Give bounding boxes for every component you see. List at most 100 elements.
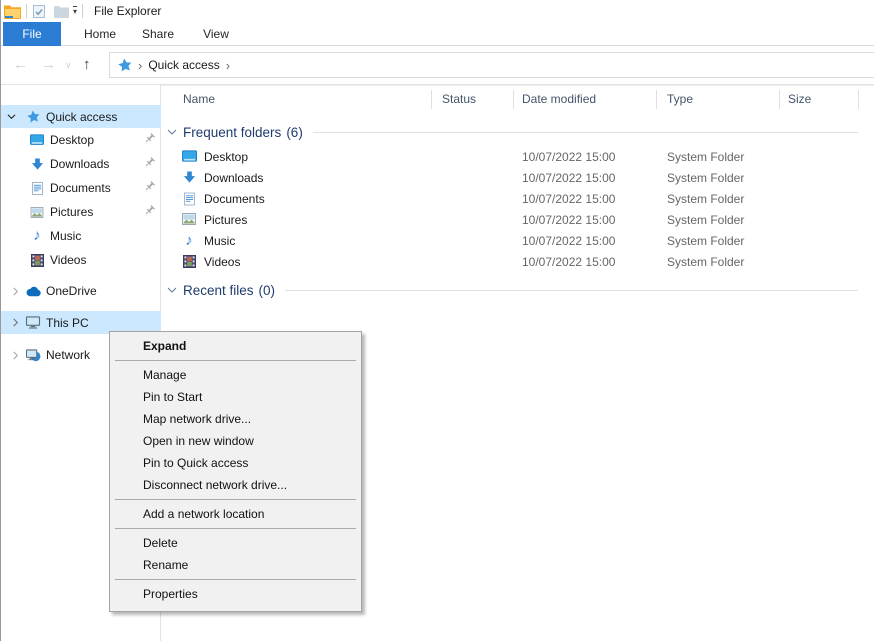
- tab-file[interactable]: File: [3, 22, 61, 46]
- onedrive-cloud-icon: [24, 286, 42, 297]
- context-menu-separator: [115, 579, 356, 580]
- chevron-down-icon: [167, 285, 177, 295]
- context-menu-item-rename[interactable]: Rename: [110, 554, 361, 576]
- context-menu-separator: [115, 360, 356, 361]
- sidebar-item-label: Quick access: [46, 110, 117, 124]
- sidebar-item-desktop[interactable]: Desktop: [1, 128, 161, 152]
- up-arrow-icon[interactable]: ↑: [83, 52, 91, 78]
- forward-arrow-icon[interactable]: →: [41, 52, 56, 78]
- file-type: System Folder: [667, 210, 744, 231]
- breadcrumb-quick-access[interactable]: Quick access: [148, 58, 219, 72]
- file-type: System Folder: [667, 189, 744, 210]
- context-menu-item-expand[interactable]: Expand: [110, 335, 361, 357]
- file-type: System Folder: [667, 252, 744, 273]
- context-menu-separator: [115, 499, 356, 500]
- context-menu: Expand Manage Pin to Start Map network d…: [109, 331, 362, 612]
- column-separator[interactable]: [656, 90, 657, 109]
- file-name: Pictures: [204, 210, 247, 231]
- computer-icon: [24, 316, 42, 329]
- column-separator[interactable]: [431, 90, 432, 109]
- file-explorer-window: ▾ File Explorer File Home Share View ← →…: [0, 0, 874, 641]
- group-count: (6): [286, 125, 303, 140]
- sidebar-item-label: Documents: [50, 181, 111, 195]
- column-separator[interactable]: [513, 90, 514, 109]
- sidebar-item-downloads[interactable]: Downloads: [1, 152, 161, 176]
- context-menu-item-pin-to-quick-access[interactable]: Pin to Quick access: [110, 452, 361, 474]
- sidebar-item-label: Desktop: [50, 133, 94, 147]
- group-label: Recent files: [183, 283, 254, 298]
- sidebar-item-label: Pictures: [50, 205, 93, 219]
- new-folder-qat-icon[interactable]: [54, 5, 69, 18]
- sidebar-item-onedrive[interactable]: OneDrive: [1, 279, 161, 303]
- tab-home[interactable]: Home: [71, 22, 129, 46]
- context-menu-item-add-network-location[interactable]: Add a network location: [110, 503, 361, 525]
- column-separator[interactable]: [779, 90, 780, 109]
- quick-access-star-icon: [118, 58, 132, 72]
- context-menu-item-properties[interactable]: Properties: [110, 583, 361, 605]
- sidebar-item-label: Downloads: [50, 157, 109, 171]
- file-row-desktop[interactable]: Desktop 10/07/2022 15:00 System Folder: [161, 147, 874, 168]
- column-header-name[interactable]: Name: [183, 86, 215, 113]
- sidebar-item-documents[interactable]: Documents: [1, 176, 161, 200]
- star-icon: [24, 110, 42, 123]
- context-menu-item-map-network-drive[interactable]: Map network drive...: [110, 408, 361, 430]
- sidebar-item-label: Videos: [50, 253, 86, 267]
- column-header-date-modified[interactable]: Date modified: [522, 86, 596, 113]
- chevron-down-icon[interactable]: [6, 112, 16, 121]
- group-header-frequent-folders[interactable]: Frequent folders (6): [167, 122, 874, 142]
- recent-locations-caret-icon[interactable]: ∨: [65, 52, 72, 78]
- sidebar-item-quick-access[interactable]: Quick access: [1, 105, 161, 128]
- file-type: System Folder: [667, 147, 744, 168]
- file-name: Music: [204, 231, 235, 252]
- file-row-pictures[interactable]: Pictures 10/07/2022 15:00 System Folder: [161, 210, 874, 231]
- context-menu-separator: [115, 528, 356, 529]
- file-row-music[interactable]: ♪ Music 10/07/2022 15:00 System Folder: [161, 231, 874, 252]
- column-header-row: Name Status Date modified Type Size: [161, 85, 874, 112]
- properties-qat-icon[interactable]: [32, 4, 46, 19]
- sidebar-item-music[interactable]: ♪ Music: [1, 224, 161, 248]
- file-date-modified: 10/07/2022 15:00: [522, 147, 615, 168]
- videos-icon: [28, 254, 46, 267]
- chevron-right-icon[interactable]: [10, 351, 20, 360]
- back-arrow-icon[interactable]: ←: [13, 52, 28, 78]
- file-date-modified: 10/07/2022 15:00: [522, 252, 615, 273]
- chevron-right-icon[interactable]: [10, 287, 20, 296]
- file-type: System Folder: [667, 231, 744, 252]
- documents-icon: [28, 182, 46, 195]
- downloads-icon: [181, 171, 197, 184]
- column-header-type[interactable]: Type: [667, 86, 693, 113]
- customize-qat-caret-icon[interactable]: ▾: [73, 6, 77, 16]
- file-date-modified: 10/07/2022 15:00: [522, 189, 615, 210]
- tab-share[interactable]: Share: [129, 22, 187, 46]
- column-header-status[interactable]: Status: [442, 86, 476, 113]
- chevron-right-icon[interactable]: [10, 318, 20, 327]
- context-menu-item-disconnect-network-drive[interactable]: Disconnect network drive...: [110, 474, 361, 496]
- pin-icon: [144, 205, 155, 219]
- context-menu-item-open-in-new-window[interactable]: Open in new window: [110, 430, 361, 452]
- file-name: Downloads: [204, 168, 263, 189]
- explorer-logo-icon: [4, 4, 21, 19]
- titlebar-divider: [82, 4, 83, 18]
- sidebar-item-videos[interactable]: Videos: [1, 248, 161, 272]
- file-name: Videos: [204, 252, 240, 273]
- context-menu-item-pin-to-start[interactable]: Pin to Start: [110, 386, 361, 408]
- pictures-icon: [28, 207, 46, 218]
- file-row-documents[interactable]: Documents 10/07/2022 15:00 System Folder: [161, 189, 874, 210]
- file-row-downloads[interactable]: Downloads 10/07/2022 15:00 System Folder: [161, 168, 874, 189]
- window-title: File Explorer: [94, 4, 161, 18]
- column-header-size[interactable]: Size: [788, 86, 811, 113]
- tab-view[interactable]: View: [187, 22, 245, 46]
- breadcrumb-chevron-icon: ›: [138, 58, 142, 73]
- file-date-modified: 10/07/2022 15:00: [522, 231, 615, 252]
- file-row-videos[interactable]: Videos 10/07/2022 15:00 System Folder: [161, 252, 874, 273]
- sidebar-item-pictures[interactable]: Pictures: [1, 200, 161, 224]
- pin-icon: [144, 157, 155, 171]
- group-label: Frequent folders: [183, 125, 281, 140]
- column-separator[interactable]: [858, 90, 859, 109]
- file-date-modified: 10/07/2022 15:00: [522, 168, 615, 189]
- context-menu-item-delete[interactable]: Delete: [110, 532, 361, 554]
- context-menu-item-manage[interactable]: Manage: [110, 364, 361, 386]
- group-header-recent-files[interactable]: Recent files (0): [167, 280, 874, 300]
- address-bar[interactable]: › Quick access ›: [109, 52, 874, 78]
- desktop-icon: [28, 134, 46, 146]
